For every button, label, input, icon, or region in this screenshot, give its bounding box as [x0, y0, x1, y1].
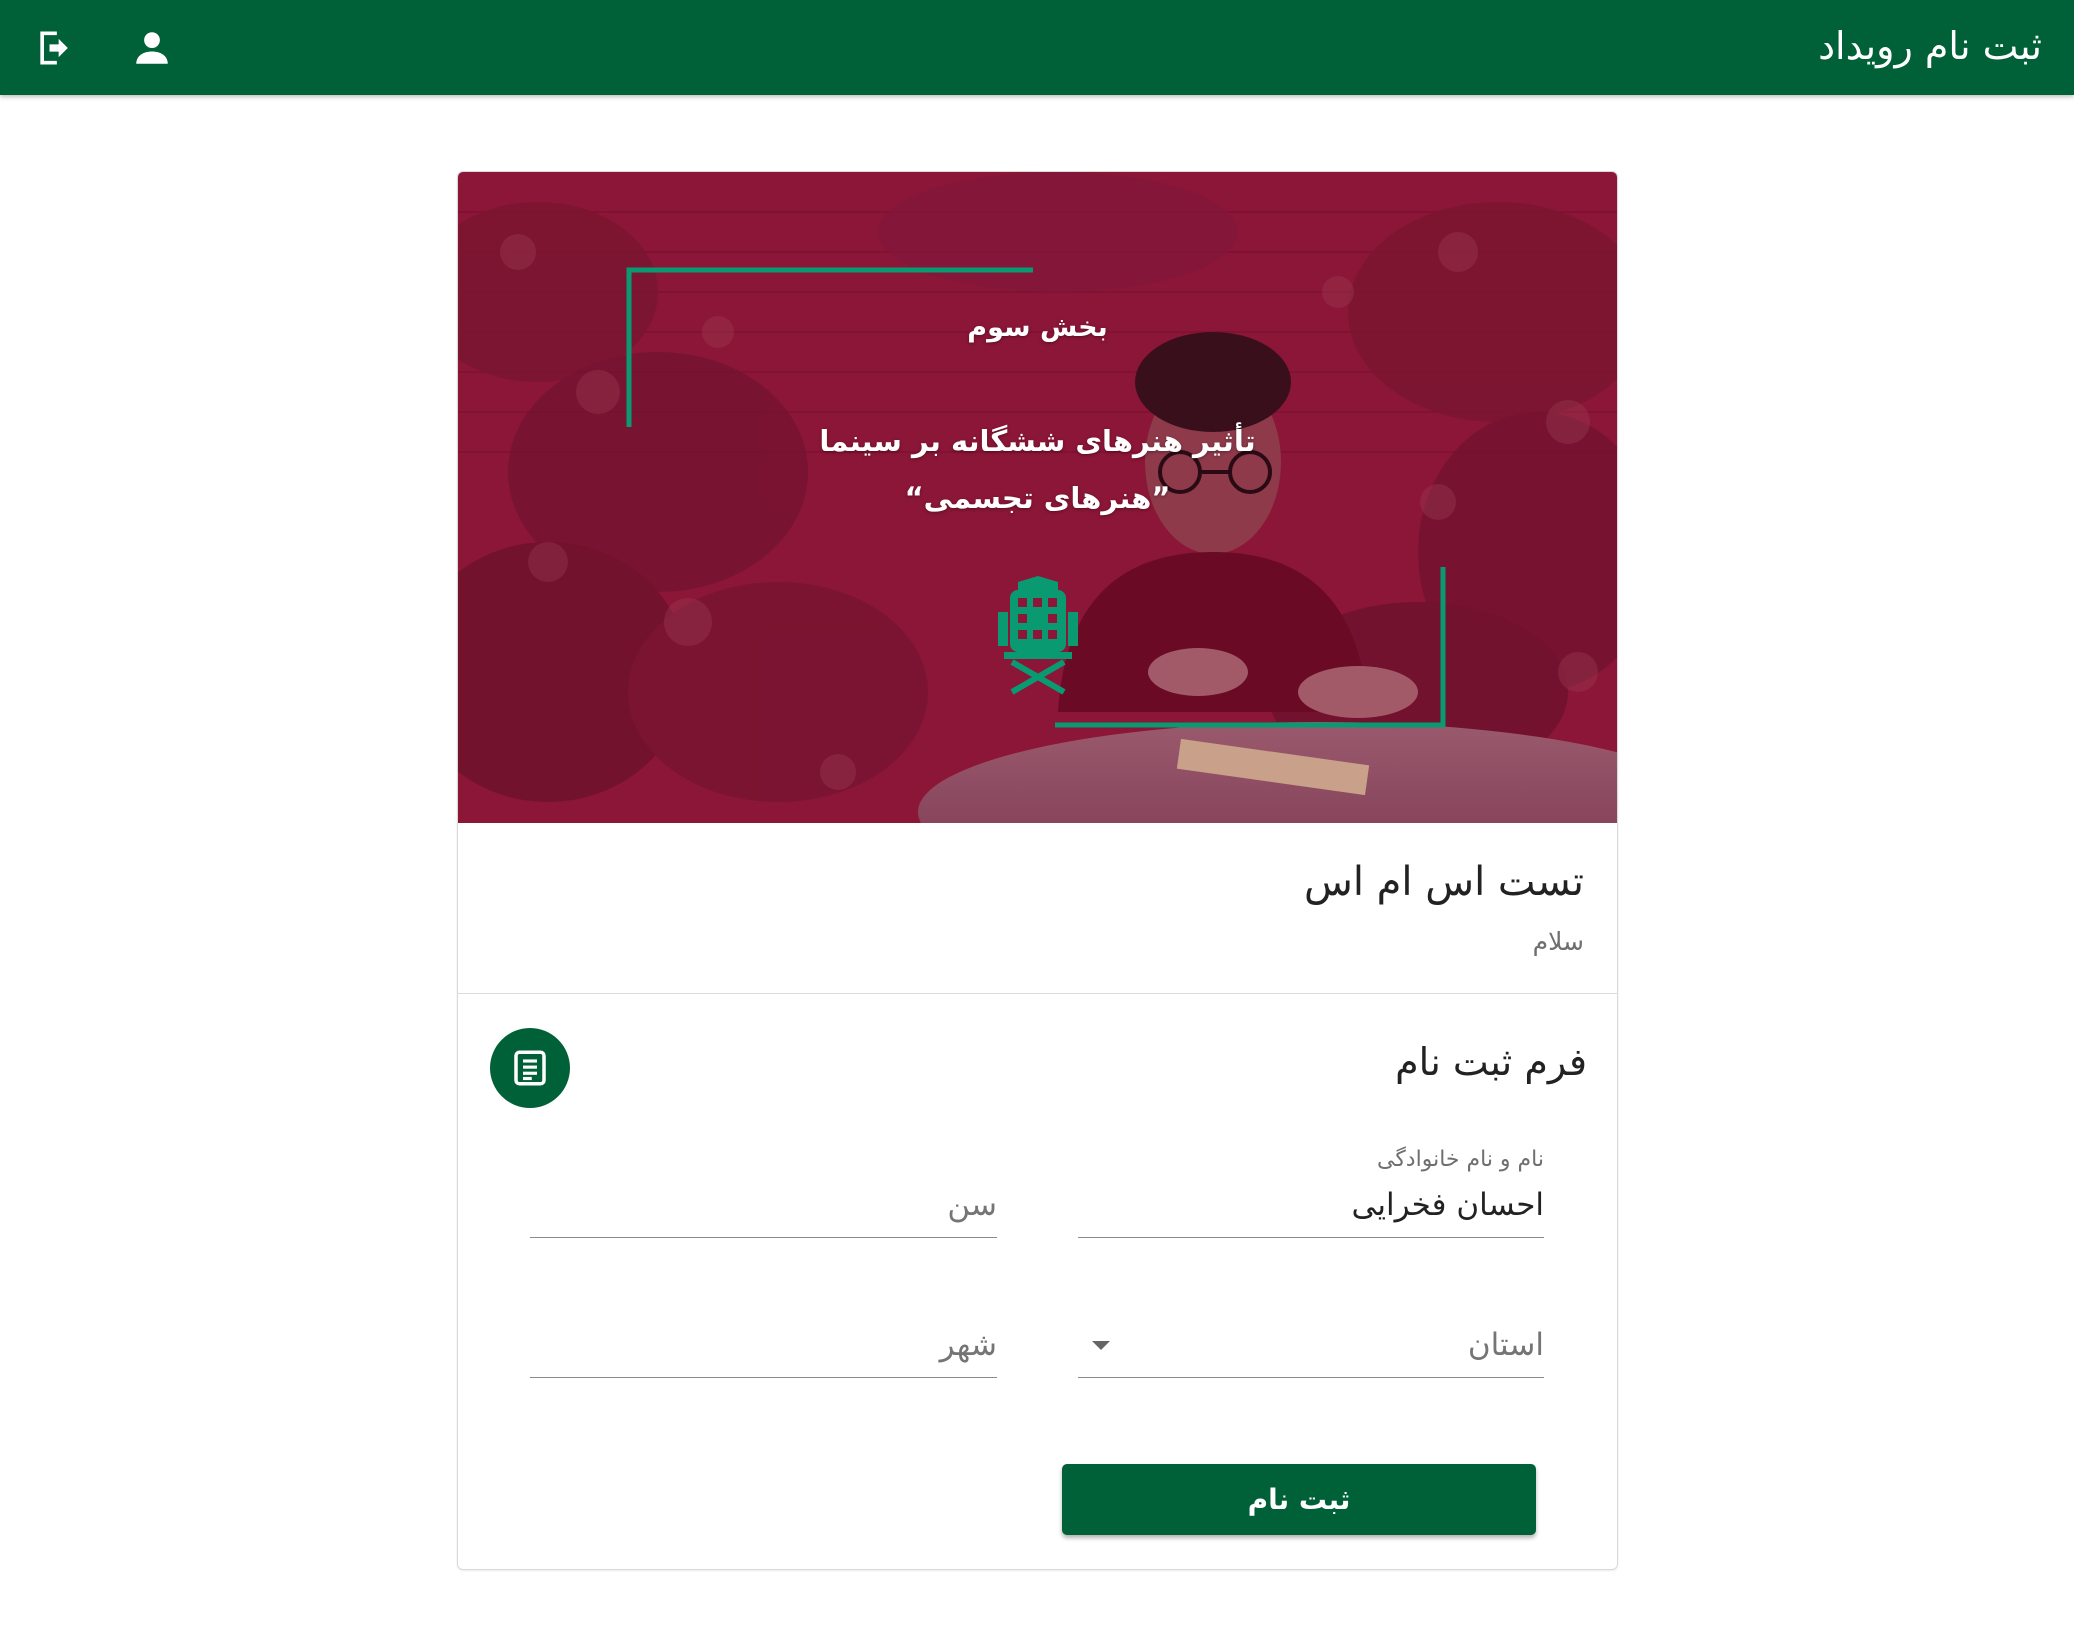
banner-line-2: تأثیر هنرهای ششگانه بر سینما — [819, 424, 1256, 458]
app-bar: ثبت نام رویداد — [0, 0, 2074, 95]
city-field[interactable]: شهر — [530, 1317, 997, 1378]
chevron-down-icon — [1092, 1341, 1110, 1350]
logout-button[interactable] — [27, 20, 83, 76]
register-submit-button[interactable]: ثبت نام — [1062, 1464, 1536, 1535]
full-name-label: نام و نام خانوادگی — [1376, 1147, 1544, 1172]
event-subtitle: سلام — [1532, 927, 1584, 956]
age-placeholder: سن — [947, 1187, 997, 1223]
form-document-icon — [514, 1050, 546, 1086]
city-placeholder: شهر — [939, 1327, 997, 1363]
event-title: تست اس ام اس — [1304, 859, 1584, 905]
province-select[interactable]: استان — [1078, 1317, 1544, 1378]
banner-line-3: ”هنرهای تجسمی“ — [904, 481, 1171, 515]
account-icon — [136, 32, 168, 64]
age-field[interactable]: سن — [530, 1177, 997, 1238]
app-title: ثبت نام رویداد — [1818, 24, 2042, 68]
user-account-button[interactable] — [124, 20, 180, 76]
event-info: تست اس ام اس سلام — [458, 823, 1617, 994]
full-name-value: احسان فخرایی — [1351, 1187, 1544, 1223]
event-banner-image: بخش سوم تأثیر هنرهای ششگانه بر سینما ”هن… — [458, 172, 1617, 823]
full-name-field[interactable]: نام و نام خانوادگی احسان فخرایی — [1078, 1147, 1544, 1238]
logout-icon — [40, 31, 68, 65]
banner-line-1: بخش سوم — [967, 312, 1108, 343]
province-placeholder: استان — [1467, 1327, 1544, 1363]
form-title: فرم ثبت نام — [1395, 1040, 1587, 1084]
form-icon-badge — [490, 1028, 570, 1108]
